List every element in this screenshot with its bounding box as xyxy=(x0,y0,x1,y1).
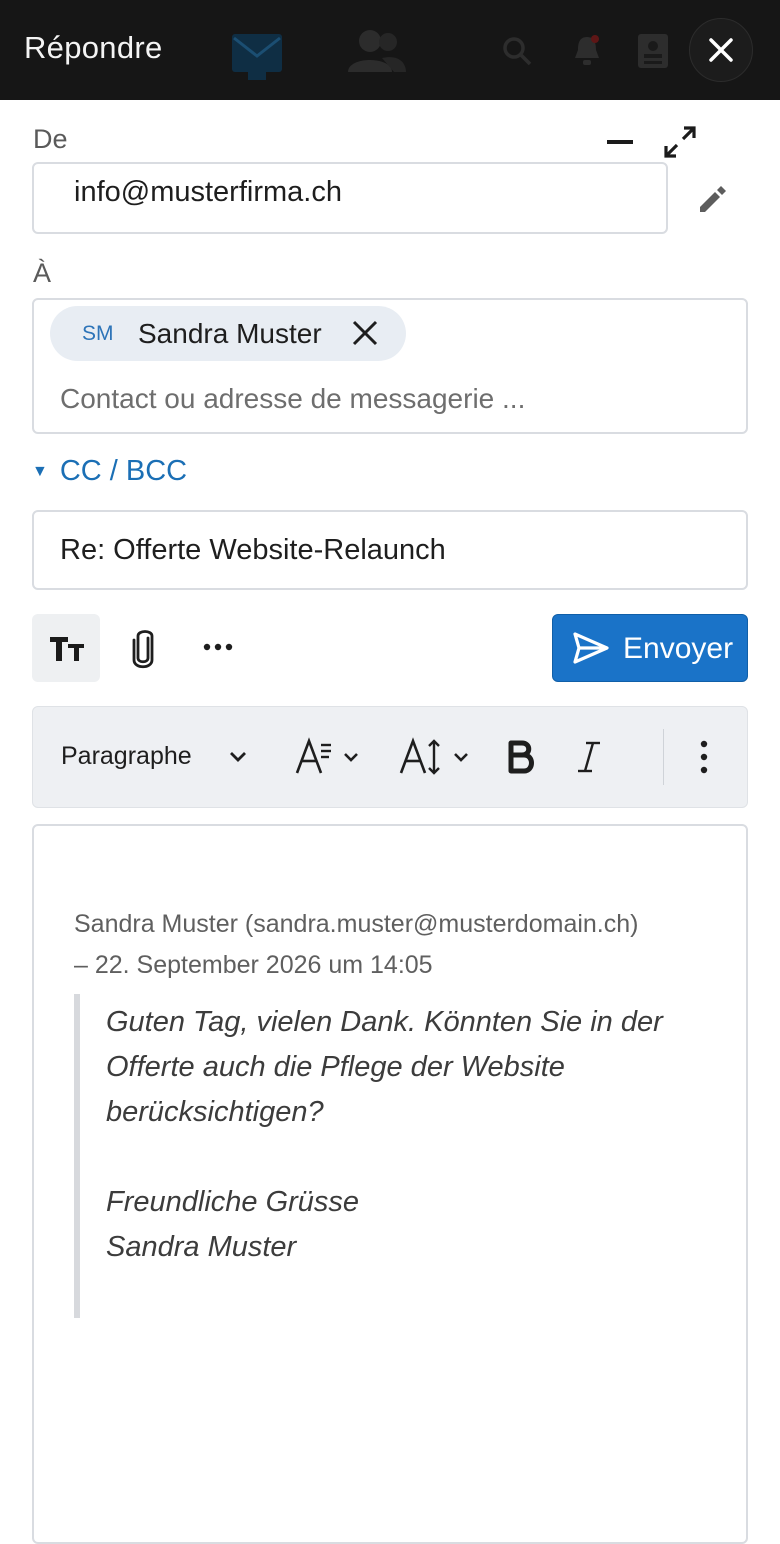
text-format-icon xyxy=(50,637,84,661)
recipient-name: Sandra Muster xyxy=(138,318,322,349)
italic-icon xyxy=(578,741,600,773)
recipient-initials: SM xyxy=(82,322,114,345)
from-label: De xyxy=(33,124,68,154)
caret-down-icon: ▼ xyxy=(32,463,48,480)
pencil-icon xyxy=(700,186,726,212)
close-icon xyxy=(709,38,733,62)
ellipsis-icon xyxy=(203,643,233,651)
attribution-sender: Sandra Muster (sandra.muster@musterdomai… xyxy=(74,910,639,938)
minimize-icon xyxy=(607,140,633,144)
contacts-icon xyxy=(344,28,408,74)
kebab-menu-icon xyxy=(700,740,708,774)
format-toolbar: Paragraphe xyxy=(32,706,748,808)
recipient-input-placeholder[interactable]: Contact ou adresse de messagerie ... xyxy=(60,383,525,415)
bold-icon xyxy=(508,740,534,774)
quote-border xyxy=(74,994,80,1318)
attribution-date: – 22. September 2026 um 14:05 xyxy=(74,951,433,979)
cc-bcc-label: CC / BCC xyxy=(59,455,188,487)
paperclip-icon xyxy=(132,630,154,669)
minimize-button[interactable] xyxy=(607,139,633,145)
close-icon xyxy=(352,320,378,346)
signature-line: Freundliche Grüsse xyxy=(106,1186,360,1218)
search-icon xyxy=(502,36,532,66)
more-format-options-button[interactable] xyxy=(700,740,708,774)
address-book-icon xyxy=(636,32,670,70)
bell-icon xyxy=(571,34,603,68)
send-button[interactable]: Envoyer xyxy=(552,614,748,682)
chevron-down-icon[interactable] xyxy=(229,751,247,763)
edit-sender-button[interactable] xyxy=(697,184,727,214)
cc-bcc-toggle[interactable]: ▼ CC / BCC xyxy=(32,455,187,488)
recipient-chip[interactable]: SM Sandra Muster xyxy=(50,306,406,361)
font-size-icon xyxy=(399,737,468,775)
from-value: info@musterfirma.ch xyxy=(74,176,342,208)
more-options-button[interactable] xyxy=(203,643,233,651)
bold-button[interactable] xyxy=(507,740,535,774)
attach-button[interactable] xyxy=(130,628,156,670)
expand-icon xyxy=(664,126,696,158)
quote-line: berücksichtigen? xyxy=(106,1096,324,1128)
send-icon xyxy=(573,632,609,664)
font-family-icon xyxy=(295,737,358,774)
remove-recipient-button[interactable] xyxy=(352,320,378,346)
italic-button[interactable] xyxy=(577,740,601,774)
signature-line: Sandra Muster xyxy=(106,1231,297,1263)
to-label: À xyxy=(33,258,52,288)
font-size-button[interactable] xyxy=(399,737,475,777)
expand-button[interactable] xyxy=(664,126,696,158)
mail-icon xyxy=(230,30,284,82)
dialog-title: Répondre xyxy=(24,30,163,65)
close-button[interactable] xyxy=(689,18,753,82)
send-label: Envoyer xyxy=(623,632,734,665)
quote-attribution: Sandra Muster (sandra.muster@musterdomai… xyxy=(74,904,638,986)
text-format-toggle[interactable] xyxy=(32,614,100,682)
quoted-message: Guten Tag, vielen Dank. Könnten Sie in d… xyxy=(106,1000,663,1270)
block-style-select[interactable]: Paragraphe xyxy=(61,742,192,771)
quote-line: Offerte auch die Pflege der Website xyxy=(106,1051,565,1083)
quote-line: Guten Tag, vielen Dank. Könnten Sie in d… xyxy=(106,1006,663,1038)
header-bar: Répondre xyxy=(0,0,780,100)
subject-value: Re: Offerte Website-Relaunch xyxy=(60,534,446,566)
font-family-button[interactable] xyxy=(295,737,367,777)
toolbar-divider xyxy=(663,729,664,785)
